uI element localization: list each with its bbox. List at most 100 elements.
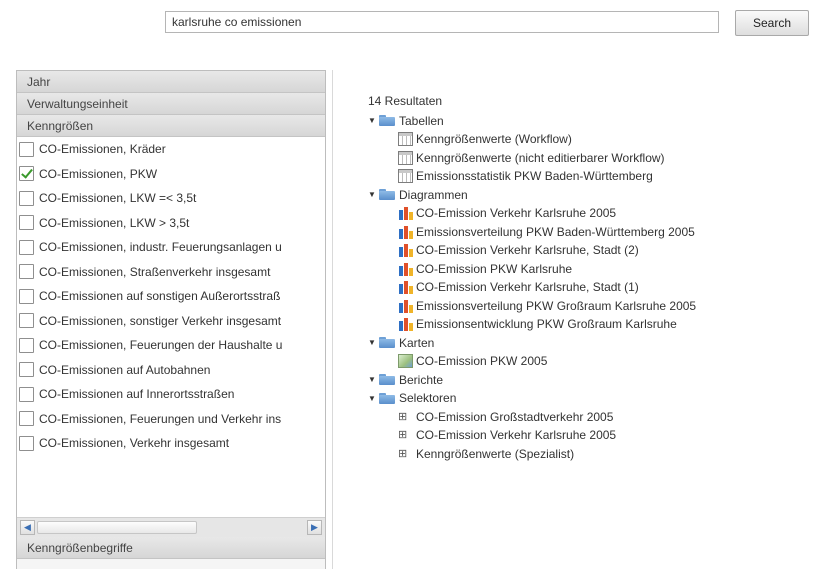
- tree-item-label: Emissionsstatistik PKW Baden-Württemberg: [416, 169, 653, 184]
- tree-group-label: Karten: [399, 335, 435, 350]
- scrollbar-thumb[interactable]: [37, 521, 197, 534]
- tree-item[interactable]: CO-Emission PKW Karlsruhe: [368, 260, 696, 279]
- filter-item[interactable]: CO-Emissionen, Straßenverkehr insgesamt: [17, 260, 325, 285]
- tree-item-label: CO-Emission Großstadtverkehr 2005: [416, 409, 614, 424]
- filter-item[interactable]: CO-Emissionen, Feuerungen und Verkehr in…: [17, 407, 325, 432]
- tree-item[interactable]: CO-Emission Verkehr Karlsruhe, Stadt (1): [368, 278, 696, 297]
- section-kenngroessen[interactable]: Kenngrößen: [17, 115, 325, 137]
- table-icon: [398, 169, 413, 184]
- tree-item-label: Emissionsverteilung PKW Großraum Karlsru…: [416, 298, 697, 313]
- scroll-right-icon[interactable]: ▶: [307, 520, 322, 535]
- chart-icon: [398, 280, 413, 295]
- folder-icon: [379, 392, 395, 404]
- tree-item[interactable]: CO-Emission PKW 2005: [368, 352, 696, 371]
- expand-arrow-icon[interactable]: ▼: [368, 375, 376, 384]
- search-button[interactable]: Search: [735, 10, 809, 36]
- filter-item-label: CO-Emissionen auf sonstigen Außerortsstr…: [39, 289, 281, 304]
- tree-item-label: Emissionsentwicklung PKW Großraum Karlsr…: [416, 317, 677, 332]
- tree-group-label: Berichte: [399, 372, 444, 387]
- tree-item[interactable]: Emissionsverteilung PKW Baden-Württember…: [368, 223, 696, 242]
- expand-arrow-icon[interactable]: ▼: [368, 394, 376, 403]
- filter-item[interactable]: CO-Emissionen, Kräder: [17, 137, 325, 162]
- checkbox[interactable]: [19, 215, 34, 231]
- scroll-left-icon[interactable]: ◀: [20, 520, 35, 535]
- tree-item[interactable]: ⊞ Kenngrößenwerte (Spezialist): [368, 445, 696, 464]
- tree-item-label: CO-Emission PKW Karlsruhe: [416, 261, 573, 276]
- filter-item[interactable]: CO-Emissionen, LKW =< 3,5t: [17, 186, 325, 211]
- filter-item-label: CO-Emissionen, sonstiger Verkehr insgesa…: [39, 313, 282, 328]
- results-tree: 14 Resultaten ▼ Tabellen Kenngrößenwerte (…: [368, 92, 696, 463]
- tree-item-label: CO-Emission Verkehr Karlsruhe 2005: [416, 206, 617, 221]
- checkbox[interactable]: [19, 288, 34, 304]
- tree-group-tabellen[interactable]: ▼ Tabellen: [368, 112, 696, 131]
- tree-item-label: Kenngrößenwerte (nicht editierbarer Work…: [416, 150, 665, 165]
- tree-group-label: Tabellen: [399, 113, 444, 128]
- tree-group-karten[interactable]: ▼ Karten: [368, 334, 696, 353]
- tree-item[interactable]: Emissionsentwicklung PKW Großraum Karlsr…: [368, 315, 696, 334]
- folder-icon: [379, 337, 395, 349]
- chart-icon: [398, 262, 413, 276]
- panel-divider: [332, 70, 333, 569]
- filter-item-label: CO-Emissionen, Feuerungen der Haushalte …: [39, 338, 283, 353]
- checkbox-checked[interactable]: [19, 166, 34, 182]
- filter-item[interactable]: CO-Emissionen auf Innerortsstraßen: [17, 382, 325, 407]
- filter-item[interactable]: CO-Emissionen, Verkehr insgesamt: [17, 431, 325, 456]
- checkbox[interactable]: [19, 386, 34, 402]
- expand-arrow-icon[interactable]: ▼: [368, 190, 376, 199]
- filter-item[interactable]: CO-Emissionen, LKW > 3,5t: [17, 211, 325, 236]
- checkbox[interactable]: [19, 313, 34, 329]
- filter-item[interactable]: CO-Emissionen, PKW: [17, 162, 325, 187]
- section-jahr[interactable]: Jahr: [17, 71, 325, 93]
- horizontal-scrollbar[interactable]: ◀ ▶: [17, 517, 325, 537]
- filter-item[interactable]: CO-Emissionen, industr. Feuerungsanlagen…: [17, 235, 325, 260]
- filter-item[interactable]: CO-Emissionen, Feuerungen der Haushalte …: [17, 333, 325, 358]
- checkbox[interactable]: [19, 411, 34, 427]
- section-kenngroessenbegriffe[interactable]: Kenngrößenbegriffe: [17, 537, 325, 559]
- filter-panel: Jahr Verwaltungseinheit Kenngrößen CO-Em…: [16, 70, 326, 569]
- checkbox[interactable]: [19, 190, 34, 206]
- tree-item[interactable]: CO-Emission Verkehr Karlsruhe 2005: [368, 204, 696, 223]
- tree-group-diagrammen[interactable]: ▼ Diagrammen: [368, 186, 696, 205]
- tree-group-label: Diagrammen: [399, 187, 468, 202]
- folder-icon: [379, 374, 395, 386]
- filter-item-label: CO-Emissionen, Verkehr insgesamt: [39, 436, 230, 451]
- folder-icon: [379, 115, 395, 127]
- selector-icon: ⊞: [398, 410, 408, 423]
- tree-item[interactable]: Emissionsstatistik PKW Baden-Württemberg: [368, 167, 696, 186]
- map-icon: [398, 354, 413, 369]
- checkbox[interactable]: [19, 362, 34, 378]
- filter-item-label: CO-Emissionen auf Autobahnen: [39, 362, 211, 377]
- table-icon: [398, 132, 413, 147]
- filter-item-label: CO-Emissionen, LKW =< 3,5t: [39, 191, 197, 206]
- expand-arrow-icon[interactable]: ▼: [368, 338, 376, 347]
- tree-item[interactable]: CO-Emission Verkehr Karlsruhe, Stadt (2): [368, 241, 696, 260]
- folder-icon: [379, 189, 395, 201]
- tree-item[interactable]: Emissionsverteilung PKW Großraum Karlsru…: [368, 297, 696, 316]
- checkbox[interactable]: [19, 141, 34, 157]
- table-icon: [398, 150, 413, 165]
- chart-icon: [398, 243, 413, 258]
- tree-group-selektoren[interactable]: ▼ Selektoren: [368, 389, 696, 408]
- checkbox[interactable]: [19, 264, 34, 280]
- results-count: 14 Resultaten: [368, 94, 443, 109]
- tree-item[interactable]: Kenngrößenwerte (Workflow): [368, 130, 696, 149]
- kenngroessen-list: CO-Emissionen, Kräder CO-Emissionen, PKW C…: [17, 137, 325, 517]
- filter-item[interactable]: CO-Emissionen, sonstiger Verkehr insgesa…: [17, 309, 325, 334]
- checkbox[interactable]: [19, 239, 34, 255]
- tree-item[interactable]: ⊞ CO-Emission Großstadtverkehr 2005: [368, 408, 696, 427]
- filter-item-label: CO-Emissionen, industr. Feuerungsanlagen…: [39, 240, 282, 255]
- checkbox[interactable]: [19, 337, 34, 353]
- chart-icon: [398, 299, 413, 313]
- checkbox[interactable]: [19, 435, 34, 451]
- filter-item-label: CO-Emissionen, Kräder: [39, 142, 166, 157]
- tree-item[interactable]: Kenngrößenwerte (nicht editierbarer Work…: [368, 149, 696, 168]
- tree-item[interactable]: ⊞ CO-Emission Verkehr Karlsruhe 2005: [368, 426, 696, 445]
- section-verwaltungseinheit[interactable]: Verwaltungseinheit: [17, 93, 325, 115]
- tree-item-label: Emissionsverteilung PKW Baden-Württember…: [416, 224, 695, 239]
- search-input[interactable]: [165, 11, 719, 33]
- filter-item[interactable]: CO-Emissionen auf Autobahnen: [17, 358, 325, 383]
- tree-group-berichte[interactable]: ▼ Berichte: [368, 371, 696, 390]
- filter-item-label: CO-Emissionen auf Innerortsstraßen: [39, 387, 235, 402]
- filter-item[interactable]: CO-Emissionen auf sonstigen Außerortsstr…: [17, 284, 325, 309]
- expand-arrow-icon[interactable]: ▼: [368, 116, 376, 125]
